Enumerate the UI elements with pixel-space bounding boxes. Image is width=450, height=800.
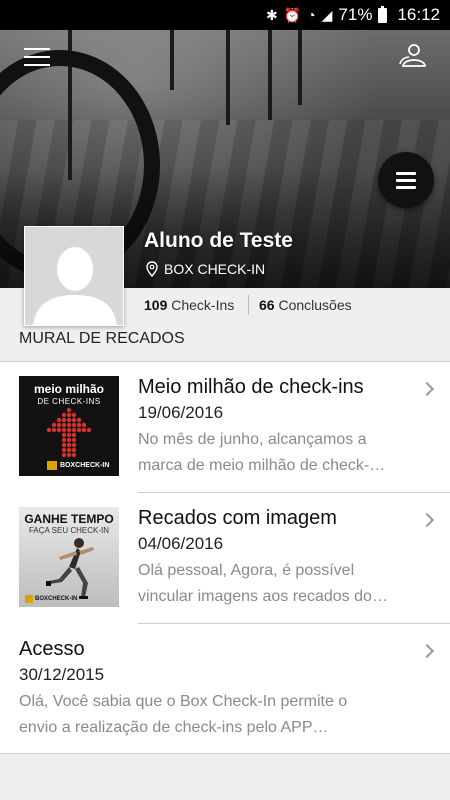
checkins-count: 109	[144, 297, 168, 313]
menu-fab-icon	[396, 171, 416, 175]
users-icon[interactable]	[398, 42, 428, 70]
battery-icon	[378, 5, 388, 23]
box-checkin-logo: BOXCHECK-IN	[47, 461, 109, 470]
alarm-icon: ⏰	[283, 7, 302, 23]
message-title: Recados com imagem	[138, 507, 337, 529]
message-title: Acesso	[19, 638, 85, 660]
message-date: 04/06/2016	[138, 534, 224, 553]
message-text: Acesso 30/12/2015 Olá, Você sabia que o …	[19, 638, 422, 741]
location-label: BOX CHECK-IN	[164, 261, 266, 277]
list-item[interactable]: Acesso 30/12/2015 Olá, Você sabia que o …	[0, 624, 450, 754]
message-title: Meio milhão de check-ins	[138, 376, 364, 398]
list-item[interactable]: meio milhão DE CHECK-INS BOXCHECK-IN Mei…	[0, 362, 450, 493]
conclusions-count: 66	[259, 297, 275, 313]
avatar[interactable]	[24, 226, 124, 326]
message-date: 30/12/2015	[19, 665, 105, 684]
chevron-right-icon	[419, 381, 435, 397]
stats-divider	[248, 295, 249, 315]
chevron-right-icon	[419, 643, 435, 659]
message-text: Meio milhão de check-ins 19/06/2016 No m…	[138, 376, 422, 479]
checkins-label: Check-Ins	[171, 297, 235, 313]
section-title: MURAL DE RECADOS	[19, 330, 185, 347]
signal-icon: ◢	[321, 7, 333, 23]
conclusions-stat: 66 Conclusões	[259, 297, 352, 313]
person-silhouette-icon	[33, 247, 117, 325]
checkins-stat: 109 Check-Ins	[144, 297, 234, 313]
chevron-right-icon	[419, 512, 435, 528]
gym-rope	[298, 30, 302, 105]
wifi-icon: ◔	[307, 7, 316, 23]
message-thumbnail: meio milhão DE CHECK-INS BOXCHECK-IN	[19, 376, 119, 476]
gym-rope	[226, 30, 230, 125]
divider	[0, 753, 450, 754]
gym-rope	[170, 30, 174, 90]
message-date: 19/06/2016	[138, 403, 224, 422]
message-preview: Olá, Você sabia que o Box Check-In permi…	[19, 693, 348, 736]
message-preview: No mês de junho, alcançamos a marca de m…	[138, 431, 386, 474]
profile-location: BOX CHECK-IN	[146, 261, 265, 277]
list-item[interactable]: GANHE TEMPO FAÇA SEU CHECK-IN BOXCHECK-I…	[0, 493, 450, 624]
box-checkin-logo: BOXCHECK-IN	[25, 595, 77, 603]
conclusions-label: Conclusões	[278, 297, 352, 313]
message-text: Recados com imagem 04/06/2016 Olá pessoa…	[138, 507, 422, 610]
profile-name: Aluno de Teste	[144, 229, 293, 252]
message-list: meio milhão DE CHECK-INS BOXCHECK-IN Mei…	[0, 362, 450, 754]
clock: 16:12	[397, 5, 440, 24]
message-thumbnail: GANHE TEMPO FAÇA SEU CHECK-IN BOXCHECK-I…	[19, 507, 119, 607]
runner-icon	[46, 538, 94, 599]
map-pin-icon	[146, 261, 158, 277]
message-preview: Olá pessoal, Agora, é possível vincular …	[138, 562, 388, 605]
battery-level: 71%	[338, 5, 373, 24]
menu-fab-button[interactable]	[378, 152, 434, 208]
hamburger-menu-icon[interactable]	[24, 48, 50, 66]
status-bar: ✱ ⏰ ◔ ◢ 71% 16:12	[0, 0, 450, 30]
bluetooth-icon: ✱	[266, 7, 278, 23]
gym-rope	[268, 30, 272, 120]
